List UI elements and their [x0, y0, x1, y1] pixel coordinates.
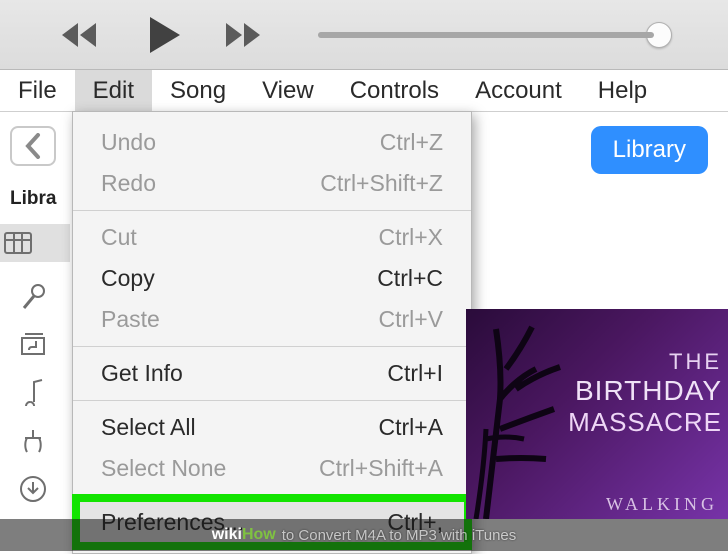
menu-undo[interactable]: UndoCtrl+Z: [73, 122, 471, 163]
menu-redo[interactable]: RedoCtrl+Shift+Z: [73, 163, 471, 204]
menu-copy[interactable]: CopyCtrl+C: [73, 258, 471, 299]
menu-controls[interactable]: Controls: [332, 70, 457, 111]
edit-dropdown: UndoCtrl+Z RedoCtrl+Shift+Z CutCtrl+X Co…: [72, 111, 472, 554]
menu-edit[interactable]: Edit: [75, 70, 152, 111]
sidebar-item-grid[interactable]: [0, 224, 70, 262]
music-note-icon[interactable]: [22, 378, 44, 406]
library-heading: Libra: [0, 188, 80, 210]
grid-icon: [4, 232, 32, 254]
album-art[interactable]: THE BIRTHDAY MASSACRE WALKING: [466, 309, 728, 519]
menu-help[interactable]: Help: [580, 70, 665, 111]
tree-illustration: [466, 309, 576, 519]
back-button[interactable]: [10, 126, 56, 166]
caption-text: to Convert M4A to MP3 with iTunes: [282, 527, 517, 544]
separator: [73, 400, 471, 401]
separator: [73, 495, 471, 496]
menu-cut[interactable]: CutCtrl+X: [73, 217, 471, 258]
separator: [73, 346, 471, 347]
menu-file[interactable]: File: [0, 70, 75, 111]
next-track-icon[interactable]: [224, 21, 268, 49]
library-button[interactable]: Library: [591, 126, 708, 174]
genres-icon[interactable]: [19, 428, 47, 454]
playback-controls: [60, 15, 268, 55]
caption-bar: wikiHow to Convert M4A to MP3 with iTune…: [0, 519, 728, 551]
microphone-icon[interactable]: [20, 284, 46, 310]
play-icon[interactable]: [144, 15, 184, 55]
volume-slider[interactable]: [318, 32, 668, 38]
separator: [73, 210, 471, 211]
player-bar: [0, 0, 728, 70]
left-rail: Libra: [0, 126, 66, 502]
menu-view[interactable]: View: [244, 70, 332, 111]
volume-thumb[interactable]: [646, 22, 672, 48]
download-icon[interactable]: [20, 476, 46, 502]
previous-track-icon[interactable]: [60, 21, 104, 49]
chevron-left-icon: [24, 133, 42, 159]
album-title: THE BIRTHDAY MASSACRE: [568, 349, 722, 438]
menu-paste[interactable]: PasteCtrl+V: [73, 299, 471, 340]
album-stack-icon[interactable]: [19, 332, 47, 356]
menu-song[interactable]: Song: [152, 70, 244, 111]
album-subtitle: WALKING: [606, 494, 718, 515]
menu-account[interactable]: Account: [457, 70, 580, 111]
menu-select-all[interactable]: Select AllCtrl+A: [73, 407, 471, 448]
menu-get-info[interactable]: Get InfoCtrl+I: [73, 353, 471, 394]
menu-bar: File Edit Song View Controls Account Hel…: [0, 70, 728, 112]
wikihow-logo: wikiHow: [212, 526, 276, 544]
menu-select-none[interactable]: Select NoneCtrl+Shift+A: [73, 448, 471, 489]
